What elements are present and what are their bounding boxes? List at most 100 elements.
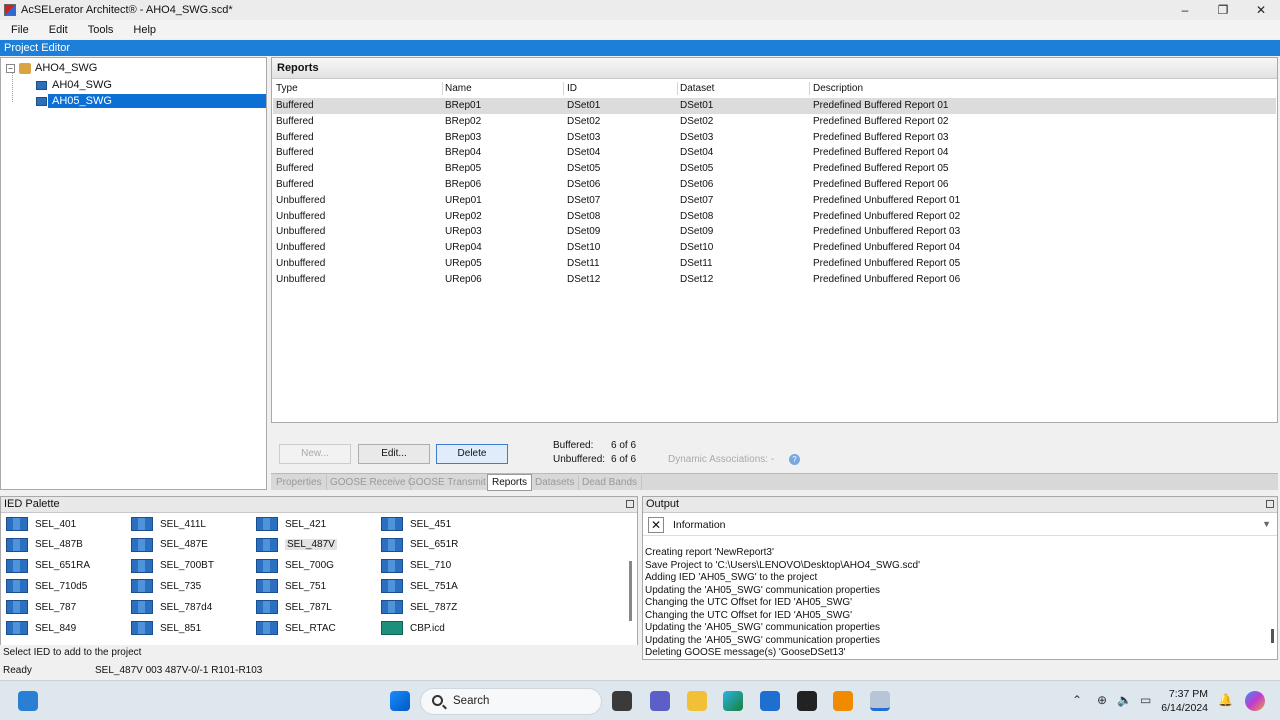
table-row[interactable]: Buffered BRep05 DSet05 DSet05 Predefined Buf… bbox=[273, 161, 1276, 177]
vlc-icon[interactable] bbox=[833, 691, 853, 711]
column-divider[interactable] bbox=[563, 82, 564, 95]
restore-button[interactable]: ❐ bbox=[1204, 0, 1242, 20]
collapse-icon[interactable]: − bbox=[6, 63, 15, 73]
table-row[interactable]: Unbuffered URep06 DSet12 DSet12 Predefined U… bbox=[273, 272, 1276, 288]
cell-name: BRep01 bbox=[445, 100, 482, 111]
table-row[interactable]: Buffered BRep02 DSet02 DSet02 Predefined Buf… bbox=[273, 114, 1276, 130]
notification-bell-icon[interactable]: 🔔 bbox=[1218, 693, 1233, 707]
palette-item-label: SEL_401 bbox=[35, 518, 77, 530]
palette-item[interactable]: SEL_710 bbox=[381, 558, 451, 574]
palette-item[interactable]: SEL_651RA bbox=[6, 558, 90, 574]
table-row[interactable]: Unbuffered URep05 DSet11 DSet11 Predefined U… bbox=[273, 256, 1276, 272]
store-icon[interactable] bbox=[760, 691, 780, 711]
palette-scrollbar[interactable] bbox=[629, 561, 632, 621]
taskbar-search[interactable]: Search bbox=[420, 688, 602, 715]
column-header-id[interactable]: ID bbox=[567, 81, 577, 97]
palette-item[interactable]: SEL_700G bbox=[256, 558, 334, 574]
new-report-button[interactable]: New... bbox=[279, 444, 351, 464]
tab-reports[interactable]: Reports bbox=[487, 474, 533, 491]
windows-start-icon[interactable] bbox=[390, 691, 410, 711]
palette-item[interactable]: SEL_487V bbox=[256, 537, 337, 553]
table-row[interactable]: Buffered BRep01 DSet01 DSet01 Predefined Buf… bbox=[273, 98, 1276, 114]
menu-tools[interactable]: Tools bbox=[77, 24, 123, 36]
tree-node-ah04[interactable]: AH04_SWG bbox=[36, 77, 112, 93]
column-header-description[interactable]: Description bbox=[813, 81, 863, 97]
clock[interactable]: 7:37 PM 6/14/2024 bbox=[1161, 687, 1208, 715]
battery-icon[interactable]: ▭ bbox=[1140, 693, 1151, 707]
table-row[interactable]: Buffered BRep03 DSet03 DSet03 Predefined Buf… bbox=[273, 130, 1276, 146]
table-row[interactable]: Buffered BRep06 DSet06 DSet06 Predefined Buf… bbox=[273, 177, 1276, 193]
tab-datasets[interactable]: Datasets bbox=[531, 475, 580, 490]
output-scrollbar[interactable] bbox=[1271, 629, 1274, 643]
tree-node-root[interactable]: − AHO4_SWG bbox=[6, 60, 97, 76]
palette-item[interactable]: SEL_787 bbox=[6, 599, 76, 615]
clear-output-icon[interactable]: ✕ bbox=[648, 517, 664, 533]
palette-item[interactable]: SEL_411L bbox=[131, 516, 206, 532]
menu-help[interactable]: Help bbox=[122, 24, 165, 36]
tab-properties[interactable]: Properties bbox=[272, 475, 327, 490]
palette-item[interactable]: SEL_751A bbox=[381, 578, 458, 594]
widgets-icon[interactable] bbox=[18, 691, 38, 711]
column-divider[interactable] bbox=[442, 82, 443, 95]
palette-item[interactable]: SEL_751 bbox=[256, 578, 326, 594]
minimize-button[interactable]: – bbox=[1166, 0, 1204, 20]
delete-report-button[interactable]: Delete bbox=[436, 444, 508, 464]
edge-icon[interactable] bbox=[723, 691, 743, 711]
file-explorer-icon[interactable] bbox=[687, 691, 707, 711]
menu-file[interactable]: File bbox=[0, 24, 38, 36]
tab-dead-bands[interactable]: Dead Bands bbox=[578, 475, 643, 490]
palette-item[interactable]: SEL_787Z bbox=[381, 599, 457, 615]
log-line: Changing the UTC Offset for IED 'AH05_SW… bbox=[645, 597, 853, 608]
task-view-icon[interactable] bbox=[612, 691, 632, 711]
palette-item[interactable]: SEL_735 bbox=[131, 578, 201, 594]
table-row[interactable]: Unbuffered URep04 DSet10 DSet10 Predefined U… bbox=[273, 240, 1276, 256]
palette-item[interactable]: SEL_487E bbox=[131, 537, 208, 553]
copilot-icon[interactable] bbox=[1245, 691, 1265, 711]
volume-icon[interactable]: 🔈 bbox=[1117, 693, 1132, 707]
table-row[interactable]: Buffered BRep04 DSet04 DSet04 Predefined Buf… bbox=[273, 145, 1276, 161]
palette-item-label: SEL_411L bbox=[160, 518, 206, 530]
column-divider[interactable] bbox=[809, 82, 810, 95]
palette-item[interactable]: SEL_787d4 bbox=[131, 599, 212, 615]
tree-node-ah05[interactable]: AH05_SWG bbox=[36, 93, 266, 109]
chevron-down-icon[interactable]: ▼ bbox=[1262, 519, 1271, 529]
palette-item[interactable]: SEL_710d5 bbox=[6, 578, 87, 594]
column-header-name[interactable]: Name bbox=[445, 81, 472, 97]
palette-item[interactable]: SEL_651R bbox=[381, 537, 458, 553]
palette-item[interactable]: SEL_RTAC bbox=[256, 620, 336, 636]
output-filter-select[interactable]: Information bbox=[673, 519, 726, 531]
table-row[interactable]: Unbuffered URep01 DSet07 DSet07 Predefined U… bbox=[273, 193, 1276, 209]
palette-item[interactable]: SEL_487B bbox=[6, 537, 83, 553]
palette-item[interactable]: SEL_401 bbox=[6, 516, 76, 532]
teams-icon[interactable] bbox=[650, 691, 670, 711]
cell-id: DSet06 bbox=[567, 179, 601, 190]
menu-edit[interactable]: Edit bbox=[38, 24, 77, 36]
column-header-dataset[interactable]: Dataset bbox=[680, 81, 714, 97]
tab-goose-transmit[interactable]: GOOSE Transmit bbox=[404, 475, 491, 490]
edit-report-button[interactable]: Edit... bbox=[358, 444, 430, 464]
palette-item[interactable]: CBP.icd bbox=[381, 620, 445, 636]
search-placeholder: Search bbox=[453, 695, 490, 707]
panel-maximize-icon[interactable] bbox=[1266, 500, 1274, 508]
palette-item[interactable]: SEL_700BT bbox=[131, 558, 214, 574]
column-divider[interactable] bbox=[677, 82, 678, 95]
palette-item[interactable]: SEL_851 bbox=[131, 620, 201, 636]
panel-maximize-icon[interactable] bbox=[626, 500, 634, 508]
close-button[interactable]: ✕ bbox=[1242, 0, 1280, 20]
tab-goose-receive[interactable]: GOOSE Receive bbox=[326, 475, 411, 490]
palette-item[interactable]: SEL_451 bbox=[381, 516, 451, 532]
table-row[interactable]: Unbuffered URep02 DSet08 DSet08 Predefined U… bbox=[273, 209, 1276, 225]
palette-item[interactable]: SEL_421 bbox=[256, 516, 326, 532]
palette-item[interactable]: SEL_849 bbox=[6, 620, 76, 636]
palette-item[interactable]: SEL_787L bbox=[256, 599, 332, 615]
architect-app-icon[interactable] bbox=[870, 691, 890, 711]
help-icon[interactable]: ? bbox=[789, 454, 800, 465]
chevron-up-icon[interactable]: ⌃ bbox=[1072, 693, 1082, 707]
palette-item-label: SEL_849 bbox=[35, 622, 77, 634]
network-icon[interactable]: ⊕ bbox=[1097, 693, 1107, 707]
cell-dataset: DSet03 bbox=[680, 131, 714, 143]
ied-device-icon bbox=[6, 537, 28, 552]
dropbox-icon[interactable] bbox=[797, 691, 817, 711]
column-header-type[interactable]: Type bbox=[276, 81, 298, 97]
table-row[interactable]: Unbuffered URep03 DSet09 DSet09 Predefined U… bbox=[273, 224, 1276, 240]
